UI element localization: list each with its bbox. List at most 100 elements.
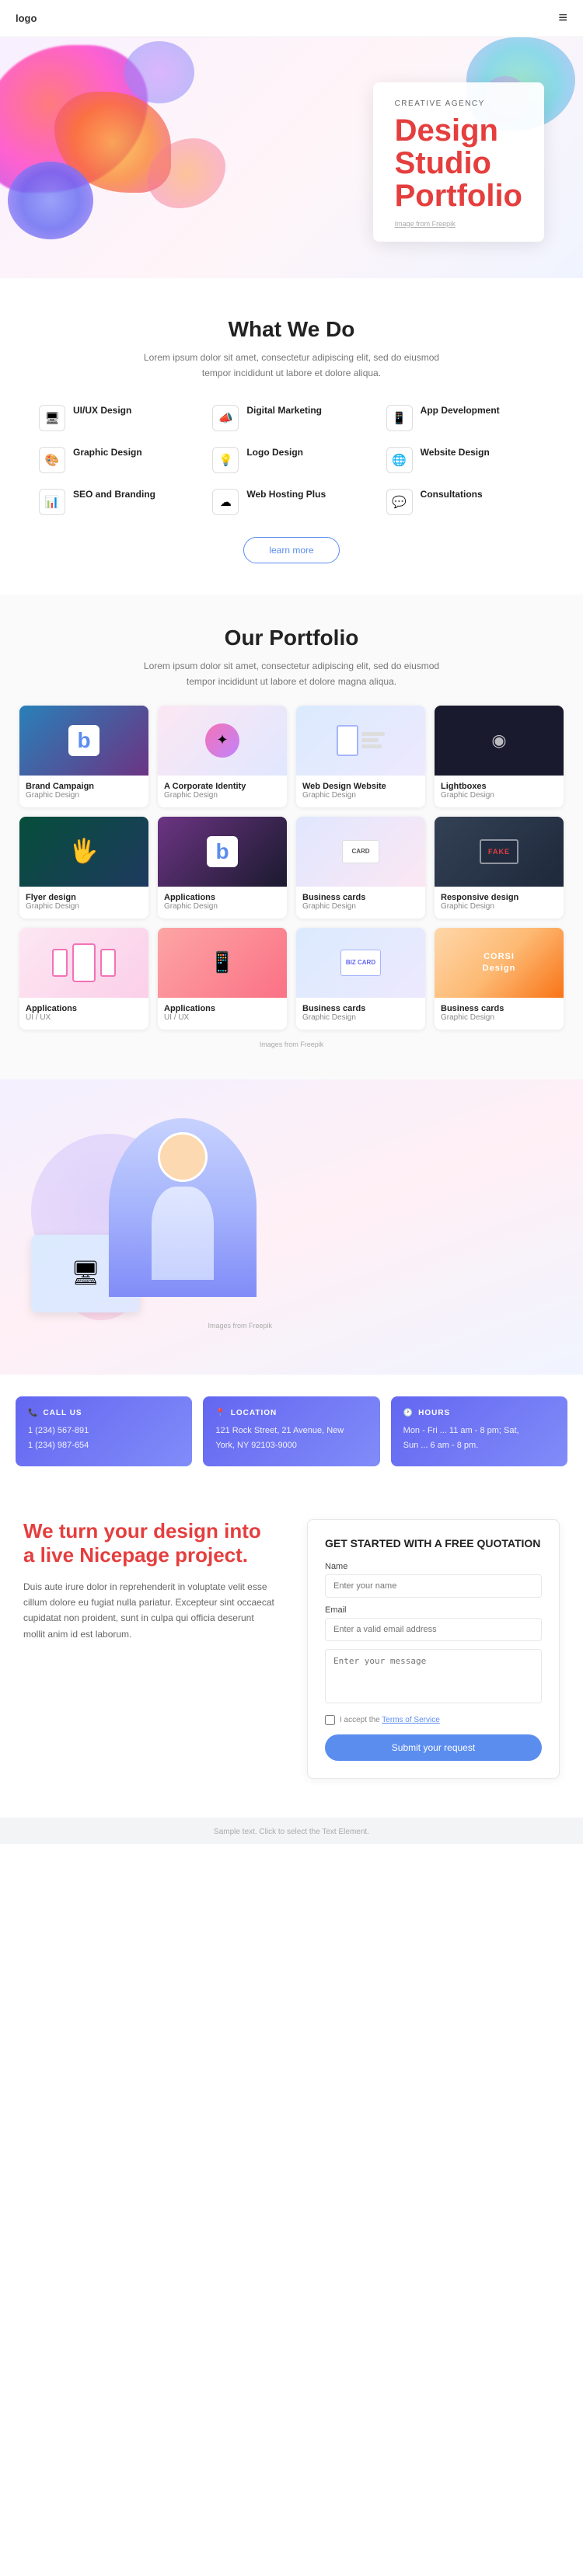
contact-box-location: 📍 LOCATION 121 Rock Street, 21 Avenue, N… <box>203 1396 379 1467</box>
digital-label: Digital Marketing <box>246 405 322 416</box>
location-icon: 📍 <box>215 1409 225 1417</box>
email-label: Email <box>325 1605 542 1615</box>
submit-button[interactable]: Submit your request <box>325 1734 542 1761</box>
app-icon: 📱 <box>386 405 413 431</box>
hours-text: Mon - Fri ... 11 am - 8 pm; Sat, Sun ...… <box>403 1424 555 1455</box>
logo-label: Logo Design <box>246 447 303 458</box>
contact-box-call: 📞 CALL US 1 (234) 567-891 1 (234) 987-65… <box>16 1396 192 1467</box>
portfolio-grid: b Brand Campaign Graphic Design ✦ A Corp… <box>19 706 564 1030</box>
consult-icon: 💬 <box>386 489 413 515</box>
portfolio-apps1-name: Applications <box>164 893 281 902</box>
hero-title: Design Studio Portfolio <box>395 114 522 212</box>
name-group: Name <box>325 1562 542 1598</box>
what-we-do-section: What We Do Lorem ipsum dolor sit amet, c… <box>0 278 583 594</box>
what-we-do-title: What We Do <box>39 317 544 342</box>
hamburger-icon[interactable]: ≡ <box>558 9 567 27</box>
message-group <box>325 1649 542 1707</box>
portfolio-item-apps3[interactable]: 📱 Applications UI / UX <box>158 928 287 1030</box>
blob-3 <box>8 162 93 239</box>
portfolio-webdesign-cat: Graphic Design <box>302 791 419 800</box>
logo-icon: 💡 <box>212 447 239 473</box>
portfolio-responsive-cat: Graphic Design <box>441 902 557 911</box>
portfolio-webdesign-name: Web Design Website <box>302 782 419 791</box>
services-grid: 🖥 UI/UX Design 📣 Digital Marketing 📱 App… <box>39 405 544 515</box>
portfolio-brand-cat: Graphic Design <box>26 791 142 800</box>
terms-link[interactable]: Terms of Service <box>382 1716 439 1724</box>
digital-icon: 📣 <box>212 405 239 431</box>
portfolio-flyer-name: Flyer design <box>26 893 142 902</box>
hero-credit: Image from Freepik <box>395 220 522 228</box>
portfolio-item-bizcard3[interactable]: CORSIDesign Business cards Graphic Desig… <box>435 928 564 1030</box>
portfolio-item-brand[interactable]: b Brand Campaign Graphic Design <box>19 706 148 807</box>
uiux-icon: 🖥 <box>39 405 65 431</box>
message-input[interactable] <box>325 1649 542 1703</box>
service-item-digital: 📣 Digital Marketing <box>212 405 370 431</box>
form-card: GET STARTED WITH A FREE QUOTATION Name E… <box>307 1519 560 1779</box>
portfolio-item-apps2[interactable]: Applications UI / UX <box>19 928 148 1030</box>
portfolio-flyer-cat: Graphic Design <box>26 902 142 911</box>
service-item-app: 📱 App Development <box>386 405 544 431</box>
portfolio-item-webdesign[interactable]: Web Design Website Graphic Design <box>296 706 425 807</box>
hosting-label: Web Hosting Plus <box>246 489 326 500</box>
service-item-logo: 💡 Logo Design <box>212 447 370 473</box>
portfolio-item-apps1[interactable]: b Applications Graphic Design <box>158 817 287 919</box>
person-photo <box>109 1118 257 1297</box>
portfolio-item-bizcard1[interactable]: CARD Business cards Graphic Design <box>296 817 425 919</box>
portfolio-bizcard2-name: Business cards <box>302 1004 419 1013</box>
portfolio-subtitle: Lorem ipsum dolor sit amet, consectetur … <box>128 658 455 690</box>
hero-label: CREATIVE AGENCY <box>395 99 522 108</box>
name-input[interactable] <box>325 1574 542 1598</box>
form-left: We turn your design into a live Nicepage… <box>23 1519 276 1642</box>
email-input[interactable] <box>325 1618 542 1641</box>
contact-box-hours: 🕐 HOURS Mon - Fri ... 11 am - 8 pm; Sat,… <box>391 1396 567 1467</box>
site-header: logo ≡ <box>0 0 583 37</box>
service-item-consult: 💬 Consultations <box>386 489 544 515</box>
location-text: 121 Rock Street, 21 Avenue, New York, NY… <box>215 1424 367 1455</box>
name-label: Name <box>325 1562 542 1571</box>
about-illustration: 🖥 Images from Freepik <box>23 1118 272 1336</box>
portfolio-corporate-name: A Corporate Identity <box>164 782 281 791</box>
portfolio-apps2-cat: UI / UX <box>26 1013 142 1022</box>
hours-label: 🕐 HOURS <box>403 1409 555 1417</box>
portfolio-item-bizcard2[interactable]: BIZ CARD Business cards Graphic Design <box>296 928 425 1030</box>
hero-card: CREATIVE AGENCY Design Studio Portfolio … <box>373 82 544 242</box>
web-icon: 🌐 <box>386 447 413 473</box>
form-section: We turn your design into a live Nicepage… <box>0 1488 583 1818</box>
consult-label: Consultations <box>421 489 483 500</box>
form-left-title: We turn your design into a live Nicepage… <box>23 1519 276 1567</box>
portfolio-section: Our Portfolio Lorem ipsum dolor sit amet… <box>0 594 583 1079</box>
app-label: App Development <box>421 405 500 416</box>
about-credit: Images from Freepik <box>208 1322 272 1330</box>
portfolio-bizcard3-name: Business cards <box>441 1004 557 1013</box>
footer-bar: Sample text. Click to select the Text El… <box>0 1818 583 1844</box>
location-label: 📍 LOCATION <box>215 1409 367 1417</box>
portfolio-item-responsive[interactable]: FAKE Responsive design Graphic Design <box>435 817 564 919</box>
portfolio-item-flyer[interactable]: 🖐 Flyer design Graphic Design <box>19 817 148 919</box>
portfolio-apps2-name: Applications <box>26 1004 142 1013</box>
service-item-seo: 📊 SEO and Branding <box>39 489 197 515</box>
portfolio-item-lightbox[interactable]: ◉ Lightboxes Graphic Design <box>435 706 564 807</box>
seo-icon: 📊 <box>39 489 65 515</box>
portfolio-lightbox-name: Lightboxes <box>441 782 557 791</box>
portfolio-bizcard3-cat: Graphic Design <box>441 1013 557 1022</box>
portfolio-apps3-cat: UI / UX <box>164 1013 281 1022</box>
learn-more-button[interactable]: learn more <box>243 537 339 563</box>
portfolio-bizcard2-cat: Graphic Design <box>302 1013 419 1022</box>
terms-checkbox[interactable] <box>325 1715 335 1725</box>
portfolio-bizcard1-name: Business cards <box>302 893 419 902</box>
logo: logo <box>16 12 37 24</box>
what-we-do-subtitle: Lorem ipsum dolor sit amet, consectetur … <box>128 350 455 382</box>
clock-icon: 🕐 <box>403 1409 414 1417</box>
portfolio-responsive-name: Responsive design <box>441 893 557 902</box>
email-group: Email <box>325 1605 542 1641</box>
portfolio-title: Our Portfolio <box>19 626 564 650</box>
phone-icon: 📞 <box>28 1409 38 1417</box>
portfolio-item-corporate[interactable]: ✦ A Corporate Identity Graphic Design <box>158 706 287 807</box>
portfolio-bizcard1-cat: Graphic Design <box>302 902 419 911</box>
contact-section: 📞 CALL US 1 (234) 567-891 1 (234) 987-65… <box>0 1375 583 1489</box>
portfolio-lightbox-cat: Graphic Design <box>441 791 557 800</box>
service-item-uiux: 🖥 UI/UX Design <box>39 405 197 431</box>
portfolio-apps1-cat: Graphic Design <box>164 902 281 911</box>
graphic-icon: 🎨 <box>39 447 65 473</box>
blob-4 <box>124 41 194 103</box>
